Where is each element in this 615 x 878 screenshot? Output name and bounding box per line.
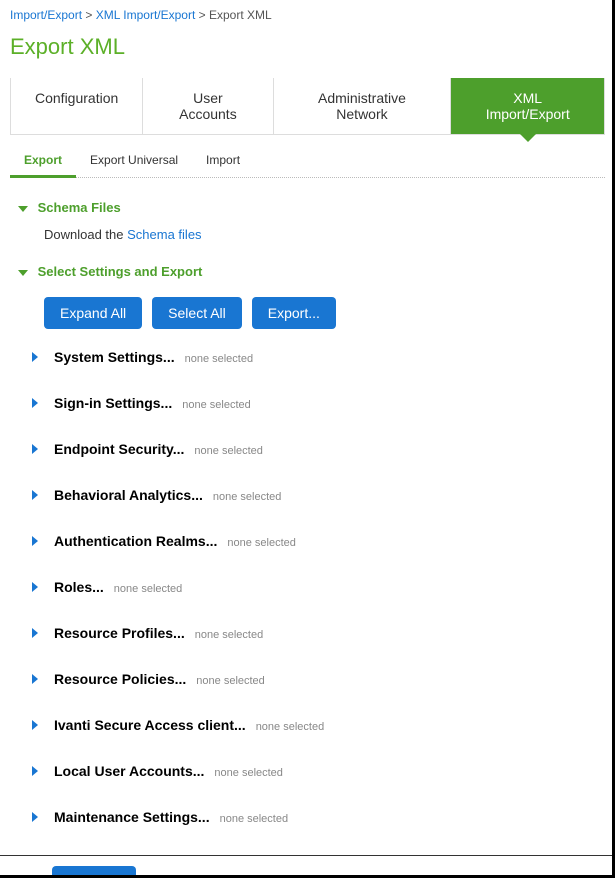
breadcrumb: Import/Export > XML Import/Export > Expo… (10, 8, 605, 22)
chevron-right-icon (32, 490, 38, 500)
category-local-user-accounts[interactable]: Local User Accounts... none selected (32, 763, 605, 779)
subtab-export[interactable]: Export (10, 145, 76, 178)
breadcrumb-current: Export XML (209, 8, 272, 22)
category-label: Resource Profiles... (54, 625, 185, 641)
chevron-right-icon (32, 352, 38, 362)
category-label: Endpoint Security... (54, 441, 184, 457)
chevron-right-icon (32, 766, 38, 776)
chevron-down-icon (18, 270, 28, 276)
breadcrumb-link-import-export[interactable]: Import/Export (10, 8, 82, 22)
category-system-settings[interactable]: System Settings... none selected (32, 349, 605, 365)
chevron-right-icon (32, 674, 38, 684)
category-status: none selected (227, 537, 296, 549)
category-status: none selected (195, 629, 264, 641)
chevron-right-icon (32, 720, 38, 730)
chevron-right-icon (32, 398, 38, 408)
breadcrumb-sep: > (199, 8, 209, 22)
schema-text-prefix: Download the (44, 227, 127, 242)
chevron-down-icon (18, 206, 28, 212)
breadcrumb-link-xml[interactable]: XML Import/Export (96, 8, 196, 22)
tab-admin-network[interactable]: Administrative Network (274, 78, 452, 134)
category-status: none selected (214, 767, 283, 779)
category-auth-realms[interactable]: Authentication Realms... none selected (32, 533, 605, 549)
category-status: none selected (256, 721, 325, 733)
category-status: none selected (185, 353, 254, 365)
page-title: Export XML (10, 34, 605, 60)
section-select-export-label: Select Settings and Export (38, 264, 203, 279)
category-label: Sign-in Settings... (54, 395, 172, 411)
category-endpoint-security[interactable]: Endpoint Security... none selected (32, 441, 605, 457)
category-resource-profiles[interactable]: Resource Profiles... none selected (32, 625, 605, 641)
select-all-button[interactable]: Select All (152, 297, 242, 329)
category-ivanti-client[interactable]: Ivanti Secure Access client... none sele… (32, 717, 605, 733)
category-status: none selected (196, 675, 265, 687)
category-maintenance-settings[interactable]: Maintenance Settings... none selected (32, 809, 605, 825)
breadcrumb-sep: > (85, 8, 95, 22)
chevron-right-icon (32, 444, 38, 454)
tab-xml-import-export[interactable]: XML Import/Export (451, 78, 605, 134)
category-resource-policies[interactable]: Resource Policies... none selected (32, 671, 605, 687)
chevron-right-icon (32, 812, 38, 822)
section-schema-files[interactable]: Schema Files (18, 200, 605, 215)
subtab-export-universal[interactable]: Export Universal (76, 145, 192, 177)
tab-configuration[interactable]: Configuration (10, 78, 143, 134)
tab-user-accounts[interactable]: User Accounts (143, 78, 273, 134)
category-status: none selected (220, 813, 289, 825)
category-signin-settings[interactable]: Sign-in Settings... none selected (32, 395, 605, 411)
category-status: none selected (114, 583, 183, 595)
section-schema-files-label: Schema Files (38, 200, 121, 215)
chevron-right-icon (32, 628, 38, 638)
sub-tabs: Export Export Universal Import (10, 145, 605, 178)
schema-files-link[interactable]: Schema files (127, 227, 201, 242)
category-status: none selected (194, 445, 263, 457)
chevron-right-icon (32, 582, 38, 592)
category-behavioral-analytics[interactable]: Behavioral Analytics... none selected (32, 487, 605, 503)
category-list: System Settings... none selected Sign-in… (10, 349, 605, 825)
category-label: Local User Accounts... (54, 763, 204, 779)
section-select-export[interactable]: Select Settings and Export (18, 264, 605, 279)
subtab-import[interactable]: Import (192, 145, 254, 177)
chevron-right-icon (32, 536, 38, 546)
expand-all-button[interactable]: Expand All (44, 297, 142, 329)
category-status: none selected (213, 491, 282, 503)
main-tabs: Configuration User Accounts Administrati… (10, 78, 605, 135)
schema-download-row: Download the Schema files (44, 227, 605, 242)
category-label: Authentication Realms... (54, 533, 217, 549)
category-label: Behavioral Analytics... (54, 487, 203, 503)
category-label: Roles... (54, 579, 104, 595)
category-label: System Settings... (54, 349, 175, 365)
category-label: Resource Policies... (54, 671, 186, 687)
category-roles[interactable]: Roles... none selected (32, 579, 605, 595)
category-label: Ivanti Secure Access client... (54, 717, 246, 733)
action-row: Expand All Select All Export... (44, 297, 605, 329)
category-status: none selected (182, 399, 251, 411)
export-button[interactable]: Export... (252, 297, 336, 329)
category-label: Maintenance Settings... (54, 809, 210, 825)
